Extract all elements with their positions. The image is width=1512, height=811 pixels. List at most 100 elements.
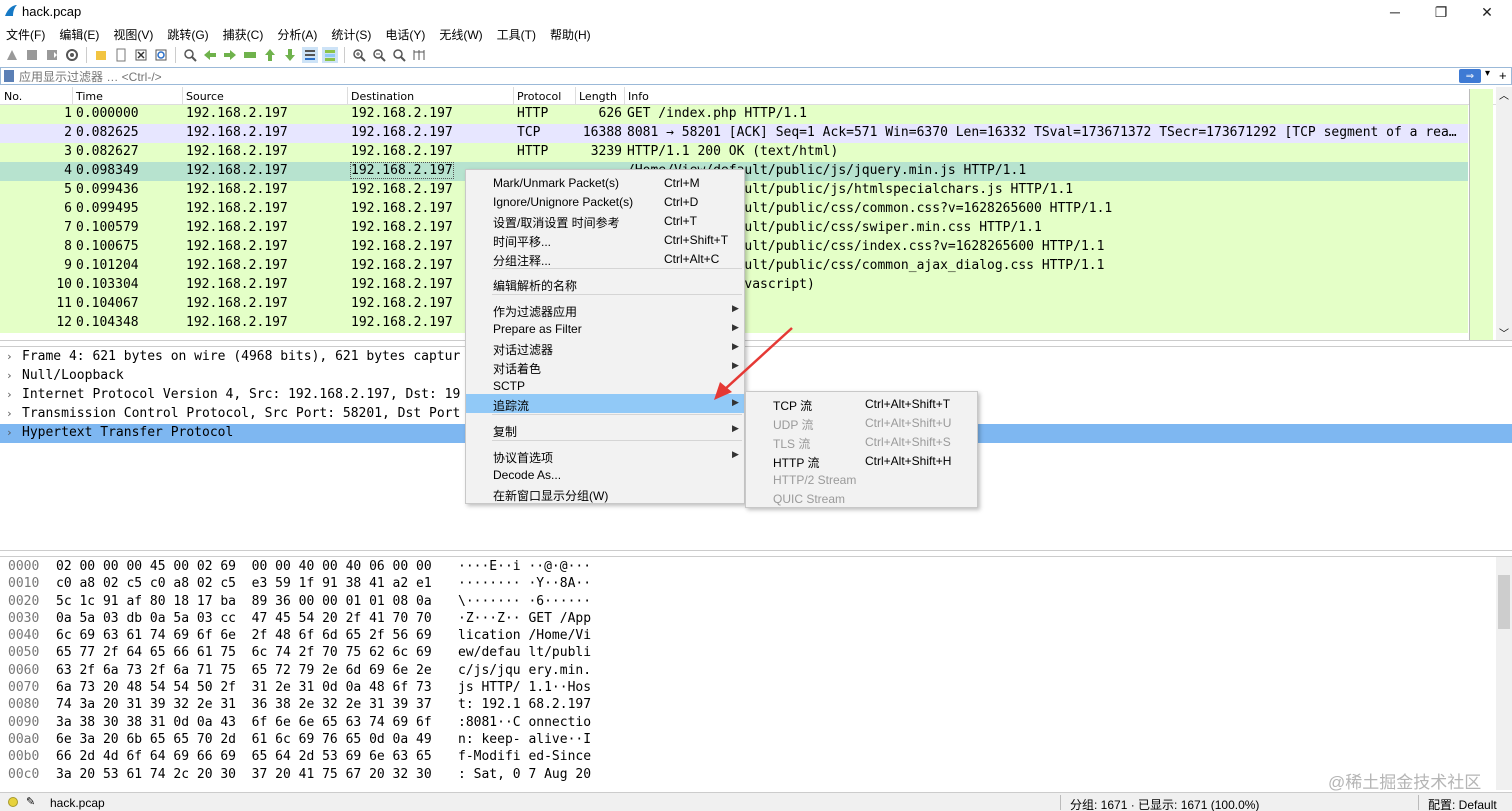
status-profile[interactable]: 配置: Default	[1428, 796, 1497, 811]
ascii-bytes[interactable]: js HTTP/ 1.1··Hos	[458, 680, 591, 695]
restart-capture-icon[interactable]	[44, 47, 60, 63]
save-file-icon[interactable]	[113, 47, 129, 63]
context-menu-item[interactable]: 设置/取消设置 时间参考 Ctrl+T	[466, 211, 744, 230]
hex-bytes[interactable]: 63 2f 6a 73 2f 6a 71 75 65 72 79 2e 6d 6…	[56, 663, 432, 678]
go-forward-icon[interactable]	[222, 47, 238, 63]
column-header-no[interactable]: No.	[4, 90, 22, 103]
context-menu-item[interactable]: Mark/Unmark Packet(s) Ctrl+M	[466, 173, 744, 192]
hex-bytes[interactable]: 3a 20 53 61 74 2c 20 30 37 20 41 75 67 2…	[56, 767, 432, 782]
context-menu-item[interactable]: Decode As...	[466, 465, 744, 484]
packet-row[interactable]: 2 0.082625 192.168.2.197 192.168.2.197 TCP 16…	[0, 124, 1468, 143]
expand-chevron-icon[interactable]: ›	[6, 388, 13, 401]
bytes-scrollbar-thumb[interactable]	[1498, 575, 1510, 629]
apply-filter-icon[interactable]: ⇒	[1459, 69, 1481, 83]
hex-bytes[interactable]: 74 3a 20 31 39 32 2e 31 36 38 2e 32 2e 3…	[56, 697, 432, 712]
menu-view[interactable]: 视图(V)	[113, 26, 153, 43]
ascii-bytes[interactable]: : Sat, 0 7 Aug 20	[458, 767, 591, 782]
find-packet-icon[interactable]	[182, 47, 198, 63]
hex-bytes[interactable]: 6c 69 63 61 74 69 6f 6e 2f 48 6f 6d 65 2…	[56, 628, 432, 643]
add-filter-button-icon[interactable]: +	[1499, 68, 1507, 83]
packet-row[interactable]: 1 0.000000 192.168.2.197 192.168.2.197 HTTP 6…	[0, 105, 1468, 124]
menu-statistics[interactable]: 统计(S)	[331, 26, 371, 43]
ascii-bytes[interactable]: n: keep- alive··I	[458, 732, 591, 747]
menu-tools[interactable]: 工具(T)	[497, 26, 536, 43]
ascii-bytes[interactable]: ····E··i ··@·@···	[458, 559, 591, 574]
hex-bytes[interactable]: 66 2d 4d 6f 64 69 66 69 65 64 2d 53 69 6…	[56, 749, 432, 764]
context-menu-item[interactable]: Ignore/Unignore Packet(s) Ctrl+D	[466, 192, 744, 211]
menu-telephony[interactable]: 电话(Y)	[385, 26, 425, 43]
start-capture-icon[interactable]	[4, 47, 20, 63]
column-divider[interactable]	[575, 87, 576, 105]
follow-stream-item[interactable]: HTTP 流 Ctrl+Alt+Shift+H	[746, 451, 977, 470]
hex-bytes[interactable]: c0 a8 02 c5 c0 a8 02 c5 e3 59 1f 91 38 4…	[56, 576, 432, 591]
hex-bytes[interactable]: 3a 38 30 38 31 0d 0a 43 6f 6e 6e 65 63 7…	[56, 715, 432, 730]
expand-chevron-icon[interactable]: ›	[6, 407, 13, 420]
ascii-bytes[interactable]: ········ ·Y··8A··	[458, 576, 591, 591]
resize-columns-icon[interactable]	[411, 47, 427, 63]
scroll-down-icon[interactable]: ﹀	[1499, 325, 1509, 340]
packet-row[interactable]: 3 0.082627 192.168.2.197 192.168.2.197 HTTP 3…	[0, 143, 1468, 162]
column-header-source[interactable]: Source	[186, 90, 224, 103]
column-header-destination[interactable]: Destination	[351, 90, 414, 103]
context-menu-item[interactable]: 分组注释... Ctrl+Alt+C	[466, 249, 744, 268]
expert-info-icon[interactable]	[8, 797, 18, 807]
column-header-length[interactable]: Length	[579, 90, 617, 103]
display-filter-input[interactable]	[19, 69, 1449, 84]
context-menu-item[interactable]: 在新窗口显示分组(W)	[466, 484, 744, 503]
close-button[interactable]: ✕	[1464, 0, 1510, 24]
menu-go[interactable]: 跳转(G)	[167, 26, 208, 43]
menu-edit[interactable]: 编辑(E)	[59, 26, 99, 43]
normal-size-icon[interactable]	[391, 47, 407, 63]
column-divider[interactable]	[624, 87, 625, 105]
ascii-bytes[interactable]: c/js/jqu ery.min.	[458, 663, 591, 678]
column-divider[interactable]	[513, 87, 514, 105]
go-back-icon[interactable]	[202, 47, 218, 63]
capture-comment-icon[interactable]: ✎	[26, 795, 35, 808]
reload-file-icon[interactable]	[153, 47, 169, 63]
expand-chevron-icon[interactable]: ›	[6, 369, 13, 382]
go-to-packet-icon[interactable]	[242, 47, 258, 63]
capture-options-icon[interactable]	[64, 47, 80, 63]
context-menu-item[interactable]: 协议首选项 ▶	[466, 446, 744, 465]
column-divider[interactable]	[182, 87, 183, 105]
colorize-icon[interactable]	[322, 47, 338, 63]
column-header-protocol[interactable]: Protocol	[517, 90, 561, 103]
packet-list-scrollbar[interactable]: ︿ ﹀	[1496, 87, 1512, 340]
ascii-bytes[interactable]: lication /Home/Vi	[458, 628, 591, 643]
hex-bytes[interactable]: 5c 1c 91 af 80 18 17 ba 89 36 00 00 01 0…	[56, 594, 432, 609]
ascii-bytes[interactable]: f-Modifi ed-Since	[458, 749, 591, 764]
menu-wireless[interactable]: 无线(W)	[439, 26, 482, 43]
minimize-button[interactable]: ─	[1372, 0, 1418, 24]
scroll-up-icon[interactable]: ︿	[1499, 87, 1509, 102]
close-file-icon[interactable]	[133, 47, 149, 63]
zoom-in-icon[interactable]	[351, 47, 367, 63]
filter-history-chevron-icon[interactable]: ▾	[1485, 68, 1490, 79]
ascii-bytes[interactable]: ew/defau lt/publi	[458, 645, 591, 660]
column-divider[interactable]	[72, 87, 73, 105]
hex-bytes[interactable]: 0a 5a 03 db 0a 5a 03 cc 47 45 54 20 2f 4…	[56, 611, 432, 626]
hex-bytes[interactable]: 6a 73 20 48 54 54 50 2f 31 2e 31 0d 0a 4…	[56, 680, 432, 695]
ascii-bytes[interactable]: :8081··C onnectio	[458, 715, 591, 730]
maximize-button[interactable]: ❐	[1418, 0, 1464, 24]
hex-bytes[interactable]: 6e 3a 20 6b 65 65 70 2d 61 6c 69 76 65 0…	[56, 732, 432, 747]
context-menu-item[interactable]: 复制 ▶	[466, 420, 744, 439]
ascii-bytes[interactable]: t: 192.1 68.2.197	[458, 697, 591, 712]
context-menu-item[interactable]: 编辑解析的名称	[466, 274, 744, 293]
filter-bookmark-icon[interactable]	[4, 70, 14, 82]
column-header-info[interactable]: Info	[628, 90, 649, 103]
packet-minimap[interactable]	[1469, 89, 1493, 340]
ascii-bytes[interactable]: \······· ·6······	[458, 594, 591, 609]
ascii-bytes[interactable]: ·Z···Z·· GET /App	[458, 611, 591, 626]
hex-bytes[interactable]: 65 77 2f 64 65 66 61 75 6c 74 2f 70 75 6…	[56, 645, 432, 660]
menu-file[interactable]: 文件(F)	[6, 26, 45, 43]
zoom-out-icon[interactable]	[371, 47, 387, 63]
first-packet-icon[interactable]	[262, 47, 278, 63]
expand-chevron-icon[interactable]: ›	[6, 426, 13, 439]
context-menu-item[interactable]: 时间平移... Ctrl+Shift+T	[466, 230, 744, 249]
open-file-icon[interactable]	[93, 47, 109, 63]
last-packet-icon[interactable]	[282, 47, 298, 63]
context-menu-item[interactable]: 作为过滤器应用 ▶	[466, 300, 744, 319]
menu-capture[interactable]: 捕获(C)	[223, 26, 264, 43]
menu-analyze[interactable]: 分析(A)	[277, 26, 317, 43]
hex-bytes[interactable]: 02 00 00 00 45 00 02 69 00 00 40 00 40 0…	[56, 559, 432, 574]
